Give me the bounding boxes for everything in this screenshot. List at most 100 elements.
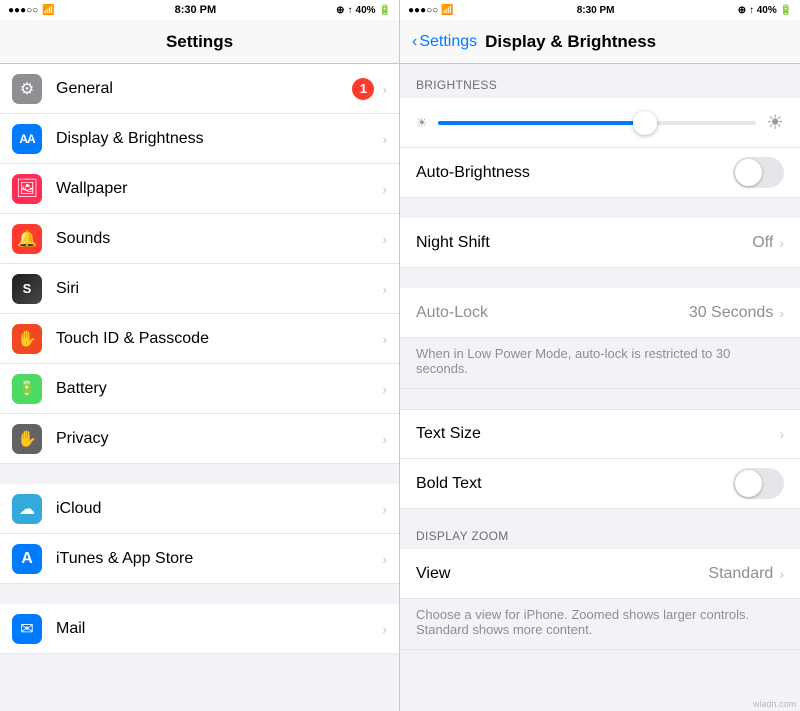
auto-lock-label: Auto-Lock [416,304,689,322]
separator-2 [400,268,800,288]
settings-item-siri[interactable]: S Siri › [0,264,399,314]
signal-dots: ●●●○○ [8,5,38,16]
auto-lock-note: When in Low Power Mode, auto-lock is res… [400,338,800,389]
settings-list: ⚙ General 1 › AA Display & Brightness › … [0,64,399,711]
mail-label: Mail [56,620,382,638]
settings-item-wallpaper[interactable]: 🖼 Wallpaper › [0,164,399,214]
right-nav-bar: ‹ Settings Display & Brightness [400,20,800,64]
display-icon: AA [12,124,42,154]
right-panel: ●●●○○ 📶 8:30 PM ⊕ ↑ 40% 🔋 ‹ Settings Dis… [400,0,800,711]
left-title: Settings [166,32,233,52]
wallpaper-chevron: › [382,181,387,197]
siri-icon: S [12,274,42,304]
view-value: Standard [708,565,773,583]
settings-item-privacy[interactable]: ✋ Privacy › [0,414,399,464]
right-wifi-icon: 📶 [441,5,453,16]
display-label: Display & Brightness [56,130,382,148]
settings-item-sounds[interactable]: 🔔 Sounds › [0,214,399,264]
right-battery-pct: 40% [757,5,777,16]
left-battery-area: ⊕ ↑ 40% 🔋 [336,5,391,16]
bold-text-toggle[interactable] [733,468,784,499]
siri-label: Siri [56,280,382,298]
right-status-bar: ●●●○○ 📶 8:30 PM ⊕ ↑ 40% 🔋 [400,0,800,20]
bold-text-row[interactable]: Bold Text [400,459,800,509]
mail-icon: ✉ [12,614,42,644]
settings-item-battery[interactable]: 🔋 Battery › [0,364,399,414]
auto-brightness-label: Auto-Brightness [416,164,733,182]
wallpaper-label: Wallpaper [56,180,382,198]
left-status-bar: ●●●○○ 📶 8:30 PM ⊕ ↑ 40% 🔋 [0,0,399,20]
display-zoom-section-header: DISPLAY ZOOM [400,515,800,549]
settings-item-mail[interactable]: ✉ Mail › [0,604,399,654]
brightness-row: ☀ ☀ [400,98,800,148]
view-row[interactable]: View Standard › [400,549,800,599]
arrow-icon: ↑ [348,5,353,16]
touchid-chevron: › [382,331,387,347]
night-shift-row[interactable]: Night Shift Off › [400,218,800,268]
left-signal: ●●●○○ 📶 [8,5,55,16]
mail-chevron: › [382,621,387,637]
separator-1 [400,198,800,218]
general-chevron: › [382,81,387,97]
right-signal: ●●●○○ 📶 [408,5,453,16]
settings-item-general[interactable]: ⚙ General 1 › [0,64,399,114]
wifi-icon: 📶 [42,5,54,16]
back-label: Settings [419,33,477,51]
settings-item-icloud[interactable]: ☁ iCloud › [0,484,399,534]
right-location-icon: ⊕ [738,5,746,16]
text-size-row[interactable]: Text Size › [400,409,800,459]
right-battery-area: ⊕ ↑ 40% 🔋 [738,5,792,16]
night-shift-chevron: › [779,235,784,251]
right-battery-icon: 🔋 [780,5,792,16]
siri-chevron: › [382,281,387,297]
section-separator-2 [0,584,399,604]
auto-lock-row[interactable]: Auto-Lock 30 Seconds › [400,288,800,338]
icloud-icon: ☁ [12,494,42,524]
brightness-slider-track[interactable] [438,121,756,125]
settings-item-display[interactable]: AA Display & Brightness › [0,114,399,164]
right-title: Display & Brightness [485,32,656,52]
view-note: Choose a view for iPhone. Zoomed shows l… [400,599,800,650]
view-label: View [416,565,708,583]
general-badge: 1 [352,78,374,100]
right-time: 8:30 PM [577,5,615,16]
brightness-section-header: BRIGHTNESS [400,64,800,98]
battery-chevron: › [382,381,387,397]
sounds-icon: 🔔 [12,224,42,254]
bold-text-label: Bold Text [416,475,733,493]
brightness-high-icon: ☀ [766,110,784,135]
view-chevron: › [779,566,784,582]
text-size-chevron: › [779,426,784,442]
sounds-chevron: › [382,231,387,247]
back-chevron-icon: ‹ [412,33,417,51]
night-shift-value: Off [752,234,773,252]
display-chevron: › [382,131,387,147]
icloud-label: iCloud [56,500,382,518]
touchid-icon: ✋ [12,324,42,354]
section-separator-1 [0,464,399,484]
right-signal-dots: ●●●○○ [408,5,438,16]
battery-settings-icon: 🔋 [12,374,42,404]
right-arrow-icon: ↑ [749,5,754,16]
settings-item-touchid[interactable]: ✋ Touch ID & Passcode › [0,314,399,364]
bold-text-toggle-thumb [735,470,762,497]
text-size-label: Text Size [416,425,779,443]
auto-brightness-row[interactable]: Auto-Brightness [400,148,800,198]
right-content: BRIGHTNESS ☀ ☀ Auto-Brightness Night Shi… [400,64,800,711]
battery-icon: 🔋 [379,5,391,16]
settings-item-itunes[interactable]: A iTunes & App Store › [0,534,399,584]
location-icon: ⊕ [336,5,344,16]
wallpaper-icon: 🖼 [12,174,42,204]
itunes-icon: A [12,544,42,574]
brightness-slider-fill [438,121,645,125]
left-time: 8:30 PM [175,4,217,16]
auto-brightness-toggle[interactable] [733,157,784,188]
battery-pct: 40% [356,5,376,16]
watermark: wiadn.com [753,699,796,709]
night-shift-label: Night Shift [416,234,752,252]
itunes-label: iTunes & App Store [56,550,382,568]
brightness-slider-thumb[interactable] [633,111,657,135]
left-nav-bar: Settings [0,20,399,64]
general-icon: ⚙ [12,74,42,104]
back-button[interactable]: ‹ Settings [412,33,477,51]
